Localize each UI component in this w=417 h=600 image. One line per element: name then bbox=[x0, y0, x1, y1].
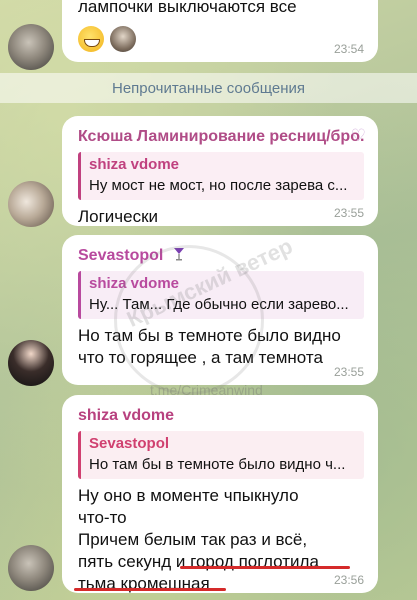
reply-quote[interactable]: shiza vdome Ну... Там... Где обычно если… bbox=[78, 271, 364, 319]
message-line: пять секунд и город поглотила bbox=[78, 552, 319, 571]
message-time: 23:55 bbox=[333, 206, 364, 220]
reply-sender: Sevastopol bbox=[89, 435, 170, 452]
message-bubble[interactable]: лампочки выключаются все 23:54 bbox=[62, 0, 378, 62]
message-text: Логически bbox=[78, 207, 159, 226]
sender-name-row[interactable]: Sevastopol bbox=[78, 245, 364, 267]
unread-messages-divider: Непрочитанные сообщения bbox=[0, 73, 417, 103]
reply-text: Ну... Там... Где обычно если зарево... bbox=[89, 296, 349, 313]
message-line: Ну оно в моменте чпыкнуло bbox=[78, 486, 299, 505]
message-text: Но там бы в темноте было видно что то го… bbox=[78, 326, 341, 367]
message-line: что-то bbox=[78, 508, 127, 527]
grin-emoji-icon[interactable] bbox=[78, 26, 104, 52]
message-line: Причем белым так раз и всё, bbox=[78, 530, 308, 549]
message-text: Ну оно в моменте чпыкнуло что-то Причем … bbox=[78, 485, 364, 595]
sender-name[interactable]: Ксюша Ламинирование ресниц/бро... bbox=[78, 126, 364, 148]
avatar[interactable] bbox=[8, 340, 54, 386]
reply-text: Но там бы в темноте было видно ч... bbox=[89, 456, 346, 473]
message-bubble[interactable]: Sevastopol shiza vdome Ну... Там... Где … bbox=[62, 235, 378, 385]
sender-name: Sevastopol bbox=[78, 247, 164, 264]
message-time: 23:56 bbox=[333, 573, 364, 587]
heart-icon: ♡ bbox=[350, 126, 366, 145]
reply-quote[interactable]: shiza vdome Ну мост не мост, но после за… bbox=[78, 152, 364, 200]
message-bubble[interactable]: Ксюша Ламинирование ресниц/бро... ♡ shiz… bbox=[62, 116, 378, 226]
sender-name[interactable]: shiza vdome bbox=[78, 405, 364, 427]
message-time: 23:55 bbox=[333, 365, 364, 379]
message-line: тьма кромешная bbox=[78, 574, 210, 593]
reply-quote[interactable]: Sevastopol Но там бы в темноте было видн… bbox=[78, 431, 364, 479]
avatar[interactable] bbox=[8, 181, 54, 227]
message-bubble[interactable]: shiza vdome Sevastopol Но там бы в темно… bbox=[62, 395, 378, 593]
reply-sender: shiza vdome bbox=[89, 156, 180, 173]
reply-sender: shiza vdome bbox=[89, 275, 180, 292]
red-underline-annotation bbox=[180, 566, 350, 569]
reaction-avatar-icon[interactable] bbox=[110, 26, 137, 52]
red-underline-annotation bbox=[74, 588, 226, 591]
message-time: 23:54 bbox=[333, 42, 364, 56]
reply-text: Ну мост не мост, но после зарева с... bbox=[89, 177, 348, 194]
wine-glass-icon bbox=[173, 248, 184, 261]
avatar[interactable] bbox=[8, 545, 54, 591]
reactions[interactable] bbox=[78, 26, 364, 52]
message-text: лампочки выключаются все bbox=[78, 0, 297, 16]
unread-label: Непрочитанные сообщения bbox=[112, 79, 305, 97]
avatar[interactable] bbox=[8, 24, 54, 70]
